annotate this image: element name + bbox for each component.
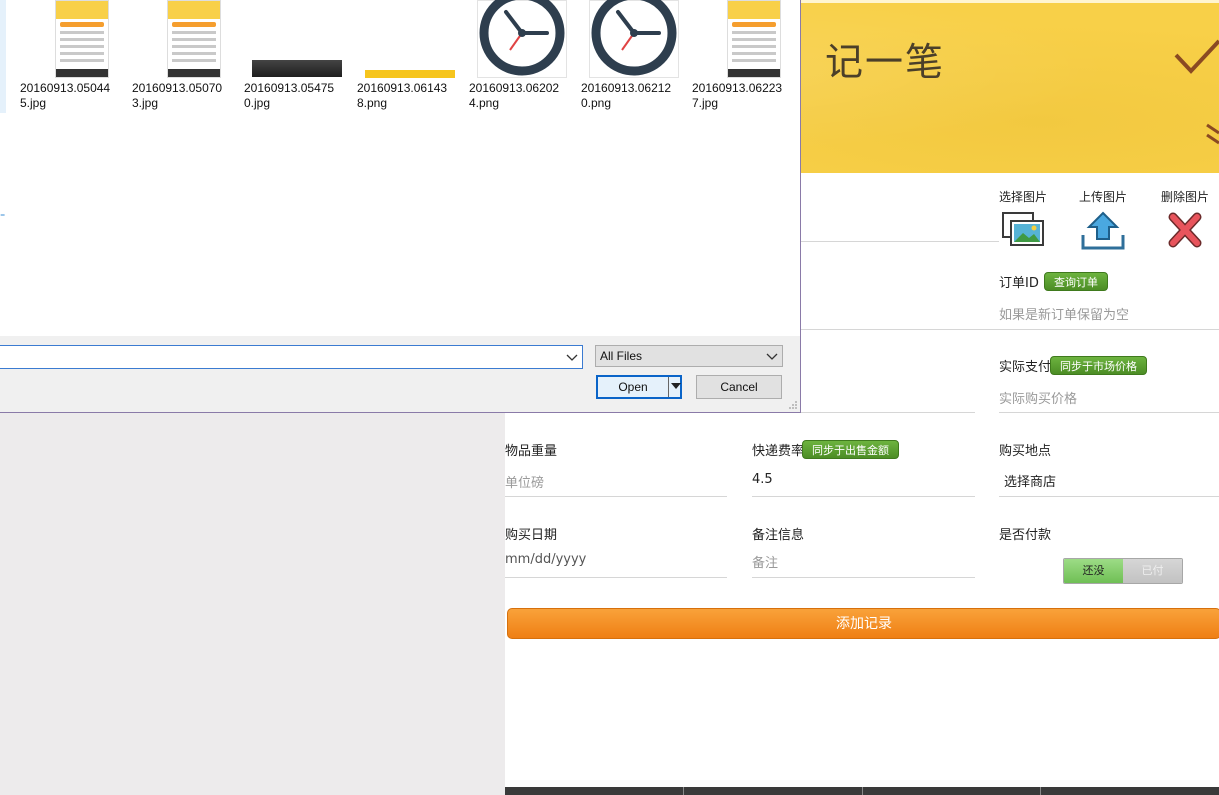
upload-icon [1081, 211, 1125, 250]
file-name: 20160913.062237.jpg [692, 81, 783, 110]
note-label: 备注信息 [752, 528, 805, 543]
choose-image-label: 选择图片 [999, 190, 1048, 204]
tab-bar-item[interactable] [505, 787, 684, 795]
thumbnail-frame [140, 0, 230, 78]
dialog-footer: All Files Open Cancel [0, 336, 800, 412]
delete-image-label: 删除图片 [1161, 190, 1210, 204]
image-thumbnail [55, 0, 109, 78]
open-button-label: Open [618, 380, 648, 394]
image-thumbnail [727, 0, 781, 78]
page-title: 记一笔 [825, 40, 946, 84]
selected-item-highlight [0, 0, 6, 113]
note-input[interactable]: 备注 [752, 552, 778, 571]
delete-image-button[interactable]: 删除图片 [1161, 188, 1209, 249]
cancel-button[interactable]: Cancel [696, 375, 782, 399]
nav-pane-marker: ⁼ [0, 212, 6, 223]
tab-bar-item[interactable] [1041, 787, 1219, 795]
actual-pay-label: 实际支付 [999, 360, 1052, 375]
close-icon [1168, 212, 1202, 248]
upload-image-button[interactable]: 上传图片 [1079, 188, 1127, 251]
split-divider [668, 377, 669, 397]
upload-image-label: 上传图片 [1079, 190, 1128, 204]
image-thumbnail [252, 60, 342, 77]
order-id-label: 订单ID [999, 276, 1039, 291]
open-file-dialog: ⁼ 20160913.050445.jpg 20160913.050703.jpg… [0, 0, 801, 413]
add-record-button[interactable]: 添加记录 [507, 608, 1219, 639]
file-item[interactable]: 20160913.050445.jpg [20, 0, 120, 110]
toggle-option-paid[interactable]: 已付 [1123, 559, 1182, 583]
thumbnail-frame [700, 0, 790, 78]
bottom-tab-bar [505, 787, 1219, 795]
file-item[interactable]: 20160913.062120.png [581, 0, 681, 110]
paid-toggle[interactable]: 还没 已付 [1063, 558, 1183, 584]
gallery-icon [1002, 212, 1044, 246]
field-underline [752, 577, 975, 578]
chevron-right-icon[interactable] [1205, 121, 1219, 151]
query-order-button[interactable]: 查询订单 [1044, 272, 1108, 291]
file-item[interactable]: 20160913.050703.jpg [132, 0, 232, 110]
weight-label: 物品重量 [505, 444, 558, 459]
file-name: 20160913.062120.png [581, 81, 672, 110]
file-item[interactable]: 20160913.062024.png [469, 0, 569, 110]
open-button[interactable]: Open [596, 375, 682, 399]
sync-market-price-button[interactable]: 同步于市场价格 [1050, 356, 1147, 375]
field-underline [752, 496, 975, 497]
weight-input[interactable]: 单位磅 [505, 472, 544, 491]
field-underline [999, 412, 1219, 413]
file-name: 20160913.062024.png [469, 81, 560, 110]
actual-pay-input[interactable]: 实际购买价格 [999, 388, 1077, 407]
thumbnail-frame [477, 0, 567, 78]
file-item[interactable]: 20160913.054750.jpg [244, 0, 344, 110]
chevron-down-icon [766, 353, 778, 360]
file-item[interactable]: 20160913.061438.png [357, 0, 457, 110]
paid-status-label: 是否付款 [999, 528, 1052, 543]
clock-icon [477, 0, 567, 78]
filetype-value: All Files [600, 349, 643, 363]
filename-input[interactable] [0, 345, 583, 369]
choose-image-button[interactable]: 选择图片 [999, 188, 1047, 247]
thumbnail-frame [365, 0, 455, 78]
resize-grip-icon[interactable] [788, 400, 798, 410]
file-name: 20160913.050703.jpg [132, 81, 223, 110]
purchase-date-label: 购买日期 [505, 528, 558, 543]
thumbnail-frame [252, 0, 342, 78]
chevron-down-icon[interactable] [566, 349, 578, 365]
field-underline [505, 577, 727, 578]
image-thumbnail [365, 70, 455, 78]
file-item[interactable]: 20160913.062237.jpg [692, 0, 792, 110]
sync-sale-amount-button[interactable]: 同步于出售金额 [802, 440, 899, 459]
clock-icon [589, 0, 679, 78]
check-icon[interactable] [1173, 35, 1219, 81]
field-underline [999, 496, 1219, 497]
file-name: 20160913.054750.jpg [244, 81, 335, 110]
shipping-rate-label: 快递费率 [752, 444, 805, 459]
thumbnail-frame [589, 0, 679, 78]
store-select[interactable]: 选择商店 [1004, 471, 1056, 490]
purchase-place-label: 购买地点 [999, 444, 1052, 459]
filetype-select[interactable]: All Files [595, 345, 783, 367]
toggle-option-not-paid[interactable]: 还没 [1064, 559, 1123, 583]
file-name: 20160913.061438.png [357, 81, 448, 110]
image-thumbnail [167, 0, 221, 78]
tab-bar-item[interactable] [684, 787, 863, 795]
file-name: 20160913.050445.jpg [20, 81, 111, 110]
dropdown-arrow-icon[interactable] [671, 383, 681, 389]
thumbnail-frame [28, 0, 118, 78]
purchase-date-input[interactable]: mm/dd/yyyy [505, 552, 586, 567]
tab-bar-item[interactable] [863, 787, 1042, 795]
order-id-input[interactable]: 如果是新订单保留为空 [999, 304, 1129, 323]
shipping-rate-input[interactable]: 4.5 [752, 472, 773, 487]
field-underline [505, 496, 727, 497]
